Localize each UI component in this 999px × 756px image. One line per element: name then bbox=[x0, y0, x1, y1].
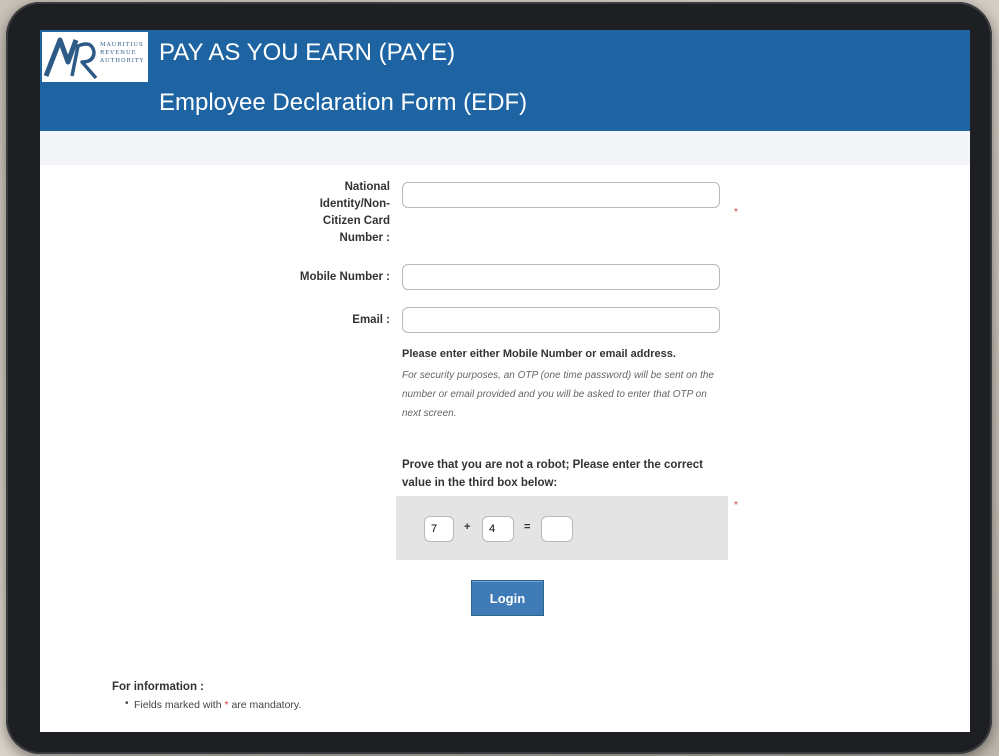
bullet-icon: • bbox=[125, 698, 129, 709]
header-subbar bbox=[40, 131, 970, 165]
contact-note: Please enter either Mobile Number or ema… bbox=[402, 348, 676, 360]
info-item: • Fields marked with * are mandatory. bbox=[125, 698, 302, 711]
info-title: For information : bbox=[112, 681, 204, 693]
mra-logo: MAURITIUS REVENUE AUTHORITY bbox=[42, 32, 148, 82]
tablet-frame: MAURITIUS REVENUE AUTHORITY PAY AS YOU E… bbox=[6, 2, 992, 754]
captcha-box: 7 + 4 = bbox=[396, 496, 728, 560]
screen: MAURITIUS REVENUE AUTHORITY PAY AS YOU E… bbox=[40, 30, 970, 732]
captcha-instruction: Prove that you are not a robot; Please e… bbox=[402, 459, 703, 489]
captcha-first-value: 7 bbox=[424, 516, 454, 542]
info-item-star: * bbox=[224, 699, 229, 711]
logo-text: MAURITIUS REVENUE AUTHORITY bbox=[100, 42, 145, 64]
info-item-prefix: Fields marked with bbox=[134, 699, 222, 711]
page-header: MAURITIUS REVENUE AUTHORITY PAY AS YOU E… bbox=[40, 30, 970, 131]
captcha-second-value: 4 bbox=[482, 516, 514, 542]
captcha-answer-field[interactable] bbox=[541, 516, 573, 542]
email-field[interactable] bbox=[402, 307, 720, 333]
page-subtitle: Employee Declaration Form (EDF) bbox=[159, 89, 528, 116]
mra-logo-mark-icon bbox=[43, 37, 98, 80]
otp-note: For security purposes, an OTP (one time … bbox=[402, 370, 714, 419]
captcha-equals: = bbox=[524, 521, 531, 533]
captcha-operator: + bbox=[464, 521, 471, 533]
page-title: PAY AS YOU EARN (PAYE) bbox=[159, 39, 456, 66]
required-marker: * bbox=[734, 500, 738, 511]
required-marker: * bbox=[734, 207, 738, 218]
nic-field[interactable] bbox=[402, 182, 720, 208]
nic-label: National Identity/Non-Citizen Card Numbe… bbox=[319, 181, 390, 244]
mobile-field[interactable] bbox=[402, 264, 720, 290]
info-item-suffix: are mandatory. bbox=[231, 699, 302, 711]
mobile-label: Mobile Number : bbox=[299, 271, 390, 283]
email-label: Email : bbox=[352, 314, 390, 326]
login-button[interactable]: Login bbox=[471, 580, 544, 616]
